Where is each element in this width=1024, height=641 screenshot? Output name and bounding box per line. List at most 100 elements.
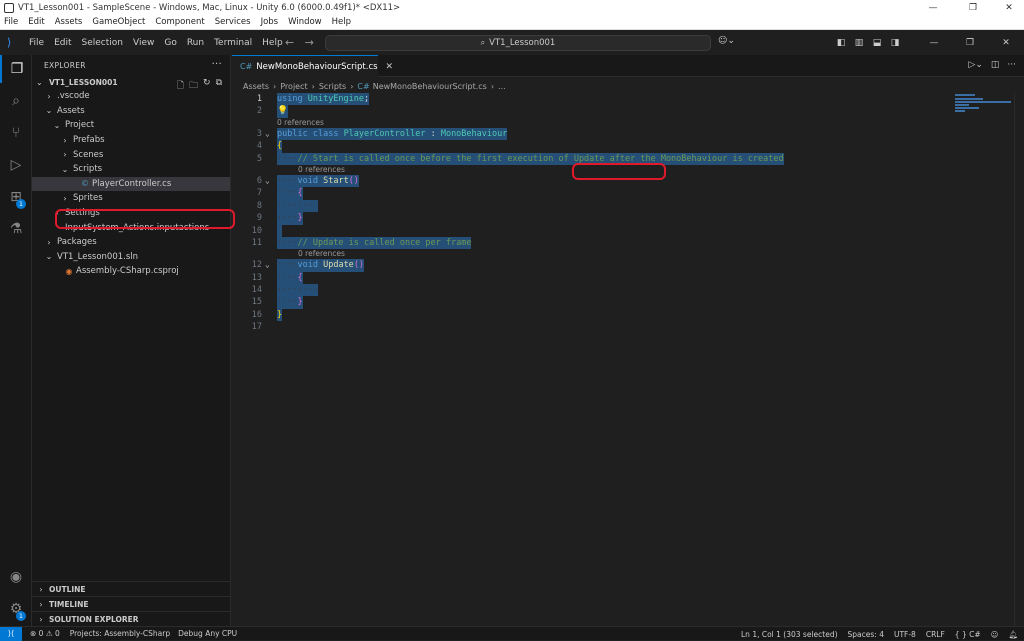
menu-go[interactable]: Go bbox=[164, 38, 176, 48]
fold-chevron-icon[interactable]: ⌄ bbox=[265, 128, 270, 140]
chevron-right-icon: › bbox=[63, 193, 67, 203]
fold-chevron-icon[interactable]: ⌄ bbox=[265, 259, 270, 271]
line-number: 8 bbox=[256, 200, 262, 211]
explorer-header: EXPLORER ··· bbox=[32, 55, 230, 75]
line-number: 6 bbox=[256, 175, 262, 186]
unity-minimize-button[interactable]: — bbox=[920, 0, 946, 15]
command-center-search[interactable]: ⌕ VT1_Lesson001 bbox=[325, 35, 711, 51]
unity-menu-window[interactable]: Window bbox=[288, 17, 322, 27]
tree-item[interactable]: ⌄ Project bbox=[32, 118, 230, 133]
more-actions-icon[interactable]: ··· bbox=[212, 59, 222, 70]
unity-menu-services[interactable]: Services bbox=[215, 17, 251, 27]
eol-status[interactable]: CRLF bbox=[926, 630, 945, 639]
chevron-right-icon: › bbox=[47, 237, 51, 247]
manage-gear-icon[interactable]: ⚙ 1 bbox=[0, 595, 32, 623]
split-editor-icon[interactable]: ◫ bbox=[991, 60, 1000, 70]
fold-chevron-icon[interactable]: ⌄ bbox=[265, 175, 270, 187]
unity-maximize-button[interactable]: ❐ bbox=[960, 0, 986, 15]
unity-menu-gameobject[interactable]: GameObject bbox=[92, 17, 145, 27]
run-icon[interactable]: ▷⌄ bbox=[968, 60, 982, 70]
copilot-icon[interactable]: ☺⌄ bbox=[718, 36, 735, 46]
tree-item[interactable]: ⌄ VT1_Lesson001.sln bbox=[32, 250, 230, 265]
tree-item[interactable]: › Scenes bbox=[32, 147, 230, 162]
notifications-bell-icon[interactable]: 🔔︎ bbox=[1008, 630, 1018, 639]
tree-item[interactable]: › Sprites bbox=[32, 191, 230, 206]
back-arrow-icon[interactable]: ← bbox=[285, 36, 294, 49]
breadcrumb: Assets › Project › Scripts › C# NewMonoBeha… bbox=[243, 81, 506, 91]
lightbulb-icon[interactable]: 💡 bbox=[277, 106, 288, 116]
breadcrumb-scripts[interactable]: Scripts bbox=[319, 82, 346, 91]
tree-item[interactable]: ⌄ Assets bbox=[32, 104, 230, 119]
copilot-status-icon[interactable]: ☺ bbox=[991, 630, 999, 639]
codelens[interactable]: 0 references bbox=[232, 249, 952, 259]
codelens-references[interactable]: 0 references bbox=[298, 249, 345, 259]
codelens-references[interactable]: 0 references bbox=[298, 165, 345, 175]
run-debug-icon[interactable]: ▷ bbox=[0, 151, 32, 179]
code-token: Update bbox=[323, 260, 354, 271]
cursor-position[interactable]: Ln 1, Col 1 (303 selected) bbox=[741, 630, 838, 639]
toggle-panel-icon[interactable]: ⬓ bbox=[870, 38, 884, 48]
projects-status[interactable]: Projects: Assembly-CSharp bbox=[70, 629, 170, 638]
encoding-status[interactable]: UTF-8 bbox=[894, 630, 916, 639]
unity-menu-file[interactable]: File bbox=[4, 17, 18, 27]
code-line: 12 ⌄ ····void Update() bbox=[232, 259, 952, 272]
menu-selection[interactable]: Selection bbox=[82, 38, 123, 48]
timeline-section[interactable]: › TIMELINE bbox=[32, 596, 231, 611]
accounts-icon[interactable]: ◉ bbox=[0, 563, 32, 591]
breadcrumb-more[interactable]: ... bbox=[498, 82, 506, 91]
codelens-references[interactable]: 0 references bbox=[277, 118, 324, 128]
unity-menu-help[interactable]: Help bbox=[332, 17, 351, 27]
chevron-down-icon: ⌄ bbox=[53, 120, 61, 130]
minimap[interactable] bbox=[952, 93, 1014, 143]
indentation-status[interactable]: Spaces: 4 bbox=[848, 630, 884, 639]
code-editor[interactable]: 1 using UnityEngine; 2 💡 0 references 3 … bbox=[232, 93, 952, 334]
menu-run[interactable]: Run bbox=[187, 38, 204, 48]
menu-edit[interactable]: Edit bbox=[54, 38, 71, 48]
explorer-files-icon[interactable]: ❐ bbox=[0, 55, 32, 83]
search-icon[interactable]: ⌕ bbox=[0, 87, 32, 115]
breadcrumb-project[interactable]: Project bbox=[280, 82, 307, 91]
unity-close-button[interactable]: ✕ bbox=[996, 0, 1022, 15]
problems-indicator[interactable]: ⊗ 0 ⚠ 0 bbox=[30, 629, 60, 638]
close-button[interactable]: ✕ bbox=[988, 38, 1024, 48]
testing-flask-icon[interactable]: ⚗ bbox=[0, 215, 32, 243]
unity-menu-edit[interactable]: Edit bbox=[28, 17, 44, 27]
code-token: () bbox=[353, 260, 365, 271]
extensions-icon[interactable]: ⊞ 1 bbox=[0, 183, 32, 211]
tree-item-label: .vscode bbox=[57, 91, 90, 102]
menu-file[interactable]: File bbox=[29, 38, 44, 48]
warning-count: 0 bbox=[54, 629, 60, 638]
maximize-button[interactable]: ❐ bbox=[952, 38, 988, 48]
remote-indicator-icon[interactable]: ⟩⟨ bbox=[0, 626, 22, 641]
toggle-editor-layout-icon[interactable]: ▥ bbox=[852, 38, 866, 48]
toggle-primary-sidebar-icon[interactable]: ◧ bbox=[834, 38, 848, 48]
breadcrumb-assets[interactable]: Assets bbox=[243, 82, 269, 91]
source-control-icon[interactable]: ⑂ bbox=[0, 119, 32, 147]
tree-item[interactable]: ◉ Assembly-CSharp.csproj bbox=[32, 264, 230, 279]
forward-arrow-icon[interactable]: → bbox=[305, 36, 314, 49]
menu-help[interactable]: Help bbox=[262, 38, 283, 48]
tree-item[interactable]: › Packages bbox=[32, 235, 230, 250]
language-mode[interactable]: { } C# bbox=[955, 630, 981, 639]
tab-newmonobehaviourscript[interactable]: C# NewMonoBehaviourScript.cs ✕ bbox=[232, 55, 393, 77]
tree-item[interactable]: › .vscode bbox=[32, 89, 230, 104]
menu-view[interactable]: View bbox=[133, 38, 154, 48]
more-actions-icon[interactable]: ··· bbox=[1007, 60, 1016, 70]
minimize-button[interactable]: — bbox=[916, 38, 952, 48]
unity-menu-jobs[interactable]: Jobs bbox=[261, 17, 279, 27]
tree-item[interactable]: ⌄ Scripts bbox=[32, 162, 230, 177]
unity-menu-component[interactable]: Component bbox=[155, 17, 204, 27]
debug-config-status[interactable]: Debug Any CPU bbox=[178, 629, 237, 638]
codelens[interactable]: 0 references bbox=[232, 118, 952, 128]
solution-explorer-section[interactable]: › SOLUTION EXPLORER bbox=[32, 611, 231, 626]
tree-item[interactable]: › Prefabs bbox=[32, 133, 230, 148]
unity-menu-assets[interactable]: Assets bbox=[55, 17, 83, 27]
toggle-secondary-sidebar-icon[interactable]: ◨ bbox=[888, 38, 902, 48]
file-tree: › .vscode ⌄ Assets ⌄ Project › Prefabs › Scenes ⌄ S… bbox=[32, 89, 230, 279]
outline-section[interactable]: › OUTLINE bbox=[32, 581, 231, 596]
tree-item-selected[interactable]: © PlayerController.cs bbox=[32, 176, 230, 192]
close-tab-icon[interactable]: ✕ bbox=[386, 62, 394, 72]
menu-terminal[interactable]: Terminal bbox=[214, 38, 252, 48]
vertical-scrollbar[interactable] bbox=[1014, 93, 1024, 626]
breadcrumb-file[interactable]: NewMonoBehaviourScript.cs bbox=[373, 82, 487, 91]
